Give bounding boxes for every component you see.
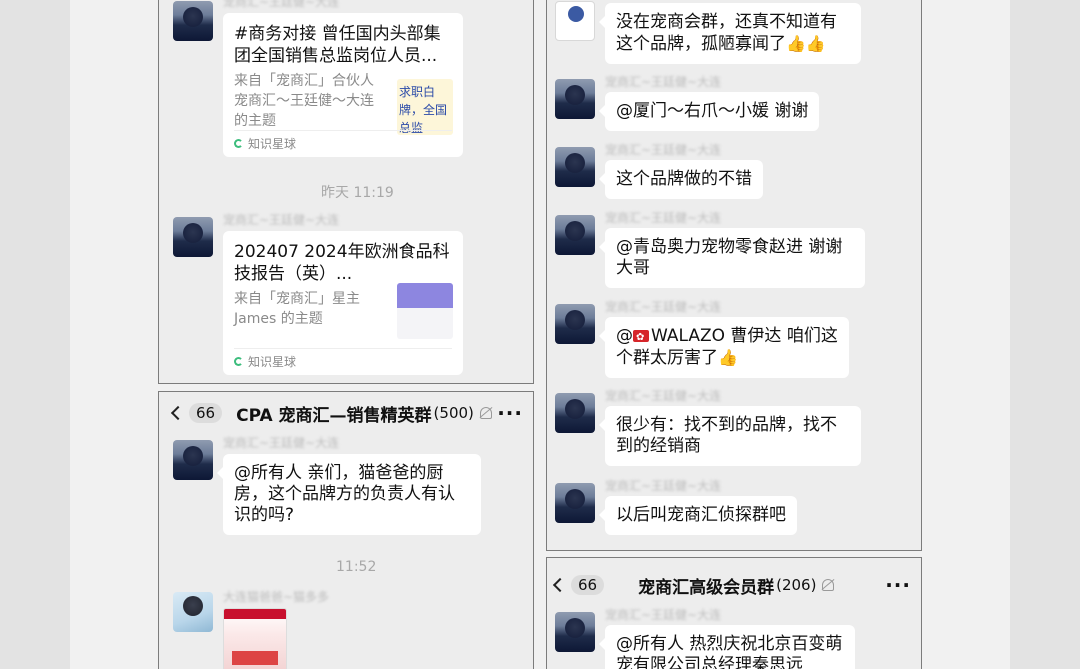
card-divider xyxy=(234,130,452,131)
unread-badge[interactable]: 66 xyxy=(189,403,223,423)
message-bubble[interactable]: @WALAZO 曹伊达 咱们这个群太厉害了👍 xyxy=(599,317,849,378)
chat-panel-left-bottom: 66 CPA 宠商汇—销售精英群 (500) ··· 宠商汇~王廷健~大连 @所… xyxy=(158,391,534,669)
avatar[interactable] xyxy=(173,592,213,632)
zsxq-logo-icon xyxy=(234,139,243,148)
sender-name: 宠商汇~王廷健~大连 xyxy=(605,211,722,225)
mute-bell-icon xyxy=(822,579,835,591)
mute-bell-icon xyxy=(479,407,492,419)
member-count: (500) xyxy=(433,404,474,422)
sender-name: 宠商汇~王廷健~大连 xyxy=(605,479,722,493)
card-footer: 知识星球 xyxy=(234,135,296,152)
card-footer: 知识星球 xyxy=(234,353,296,370)
message-bubble[interactable]: 以后叫宠商汇侦探群吧 xyxy=(599,496,797,535)
avatar[interactable] xyxy=(555,483,595,523)
avatar[interactable] xyxy=(173,217,213,257)
message-bubble[interactable]: 这个品牌做的不错 xyxy=(599,160,763,199)
card-description: 来自「宠商汇」星主 James 的主题 xyxy=(234,291,360,327)
avatar[interactable] xyxy=(555,79,595,119)
avatar[interactable] xyxy=(555,393,595,433)
avatar[interactable] xyxy=(555,612,595,652)
message-bubble[interactable]: 很少有：找不到的品牌，找不到的经销商 xyxy=(599,406,861,466)
card-divider xyxy=(234,348,452,349)
chat-header: 66 CPA 宠商汇—销售精英群 (500) ··· xyxy=(159,392,533,434)
message-bubble[interactable]: 没在宠商会群，还真不知道有这个品牌，孤陋寡闻了👍👍 xyxy=(599,3,861,64)
card-thumbnail xyxy=(397,283,453,339)
sender-name: 宠商汇~王廷健~大连 xyxy=(605,75,722,89)
chat-panel-left-top: 宠商汇~王廷健~大连 #商务对接 曾任国内头部集团全国销售总监岗位人员... 来… xyxy=(158,0,534,384)
more-options-button[interactable]: ··· xyxy=(885,573,911,597)
zsxq-logo-icon xyxy=(234,357,243,366)
message-bubble[interactable]: @青岛奥力宠物零食赵进 谢谢大哥 xyxy=(599,228,865,288)
card-footer-label: 知识星球 xyxy=(248,137,297,151)
thumbs-up-icon: 👍👍 xyxy=(786,34,826,53)
thumbs-up-icon: 👍 xyxy=(718,348,738,367)
sender-name: 宠商汇~王廷健~大连 xyxy=(605,608,722,622)
avatar[interactable] xyxy=(555,147,595,187)
more-options-button[interactable]: ··· xyxy=(497,401,523,425)
card-thumbnail: 求职白牌，全国总监 xyxy=(397,79,453,135)
group-title: CPA 宠商汇—销售精英群 xyxy=(236,405,432,426)
message-image[interactable] xyxy=(223,608,287,669)
card-footer-label: 知识星球 xyxy=(248,355,297,369)
sender-name: 宠商汇~王廷健~大连 xyxy=(223,0,340,9)
chat-panel-right-bottom: 66 宠商汇高级会员群 (206) ··· 宠商汇~王廷健~大连 @所有人 热烈… xyxy=(546,557,922,669)
avatar[interactable] xyxy=(173,1,213,41)
sender-name: 宠商汇~王廷健~大连 xyxy=(605,300,722,314)
group-title: 宠商汇高级会员群 xyxy=(638,577,775,598)
sender-name: 宠商汇~王廷健~大连 xyxy=(605,143,722,157)
timestamp: 昨天 11:19 xyxy=(321,185,394,201)
zsxq-share-card[interactable]: #商务对接 曾任国内头部集团全国销售总监岗位人员... 来自「宠商汇」合伙人 宠… xyxy=(223,13,463,157)
message-bubble[interactable]: @所有人 亲们，猫爸爸的厨房，这个品牌方的负责人有认识的吗? xyxy=(217,454,481,535)
sender-name: 宠商汇~王廷健~大连 xyxy=(605,389,722,403)
card-title: #商务对接 曾任国内头部集团全国销售总监岗位人员... xyxy=(234,24,441,66)
mention-prefix: @ xyxy=(616,326,633,346)
sender-name: 大连猫爸爸~猫多多 xyxy=(223,590,330,604)
chat-header: 66 宠商汇高级会员群 (206) ··· xyxy=(547,564,921,606)
avatar[interactable] xyxy=(555,1,595,41)
chat-panel-right-top: 没在宠商会群，还真不知道有这个品牌，孤陋寡闻了👍👍 宠商汇~王廷健~大连 @厦门… xyxy=(546,0,922,551)
message-bubble[interactable]: @厦门～右爪～小媛 谢谢 xyxy=(598,92,820,131)
card-description: 来自「宠商汇」合伙人 宠商汇～王廷健～大连 的主题 xyxy=(234,73,374,129)
zsxq-share-card[interactable]: 202407 2024年欧洲食品科技报告（英）... 来自「宠商汇」星主 Jam… xyxy=(223,231,463,375)
card-title: 202407 2024年欧洲食品科技报告（英）... xyxy=(234,242,450,284)
message-bubble[interactable]: @所有人 热烈庆祝北京百变萌宠有限公司总经理秦思远 xyxy=(599,625,855,669)
sender-name: 宠商汇~王廷健~大连 xyxy=(223,213,340,227)
timestamp: 11:52 xyxy=(336,559,377,575)
back-arrow-icon[interactable] xyxy=(552,577,568,593)
unread-badge[interactable]: 66 xyxy=(571,575,605,595)
back-arrow-icon[interactable] xyxy=(170,405,186,421)
sender-name: 宠商汇~王廷健~大连 xyxy=(223,436,340,450)
avatar[interactable] xyxy=(555,215,595,255)
avatar[interactable] xyxy=(555,304,595,344)
member-count: (206) xyxy=(776,576,817,594)
avatar[interactable] xyxy=(173,440,213,480)
hong-kong-flag-icon xyxy=(633,327,649,348)
